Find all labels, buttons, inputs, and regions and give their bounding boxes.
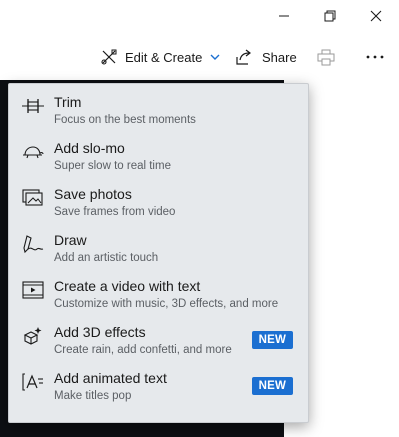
share-label: Share <box>262 49 297 65</box>
close-button[interactable] <box>353 0 399 32</box>
save-photos-icon <box>21 186 45 210</box>
menu-item-title: Trim <box>54 94 82 110</box>
new-badge: NEW <box>251 331 293 349</box>
menu-item-subtitle: Customize with music, 3D effects, and mo… <box>54 298 279 310</box>
minimize-button[interactable] <box>261 0 307 32</box>
minimize-icon <box>278 10 290 22</box>
menu-item-animated-text[interactable]: Add animated text Make titles pop NEW <box>9 362 308 408</box>
menu-item-subtitle: Add an artistic touch <box>54 252 159 264</box>
menu-item-trim[interactable]: Trim Focus on the best moments <box>9 86 308 132</box>
menu-item-save-photos[interactable]: Save photos Save frames from video <box>9 178 308 224</box>
menu-item-title: Add animated text <box>54 370 167 386</box>
3d-effects-icon <box>21 324 45 348</box>
print-button[interactable] <box>317 40 335 74</box>
restore-icon <box>324 10 336 22</box>
menu-item-title: Draw <box>54 232 87 248</box>
toolbar: Edit & Create Share <box>0 40 399 74</box>
print-icon <box>317 49 335 66</box>
edit-create-icon <box>100 48 118 66</box>
more-button[interactable] <box>366 40 384 74</box>
share-button[interactable]: Share <box>235 40 297 74</box>
maximize-button[interactable] <box>307 0 353 32</box>
menu-item-video-with-text[interactable]: Create a video with text Customize with … <box>9 270 308 316</box>
menu-item-subtitle: Make titles pop <box>54 390 132 402</box>
edit-create-button[interactable]: Edit & Create <box>100 40 220 74</box>
menu-item-title: Add 3D effects <box>54 324 146 340</box>
window-controls <box>261 0 399 32</box>
menu-item-title: Add slo-mo <box>54 140 125 156</box>
turtle-icon <box>21 140 45 164</box>
menu-item-subtitle: Create rain, add confetti, and more <box>54 344 232 356</box>
menu-item-subtitle: Focus on the best moments <box>54 114 196 126</box>
edit-create-menu: Trim Focus on the best moments Add slo-m… <box>8 83 309 423</box>
close-icon <box>370 10 382 22</box>
new-badge: NEW <box>251 377 293 395</box>
animated-text-icon <box>21 370 45 394</box>
share-icon <box>235 49 253 65</box>
menu-item-subtitle: Super slow to real time <box>54 160 171 172</box>
menu-item-draw[interactable]: Draw Add an artistic touch <box>9 224 308 270</box>
menu-item-slo-mo[interactable]: Add slo-mo Super slow to real time <box>9 132 308 178</box>
video-text-icon <box>21 278 45 302</box>
menu-item-title: Create a video with text <box>54 278 201 294</box>
draw-icon <box>21 232 45 256</box>
trim-icon <box>21 94 45 118</box>
more-icon <box>366 55 384 59</box>
edit-create-label: Edit & Create <box>125 49 203 65</box>
menu-item-title: Save photos <box>54 186 132 202</box>
menu-item-subtitle: Save frames from video <box>54 206 176 218</box>
chevron-down-icon <box>210 54 220 60</box>
menu-item-3d-effects[interactable]: Add 3D effects Create rain, add confetti… <box>9 316 308 362</box>
